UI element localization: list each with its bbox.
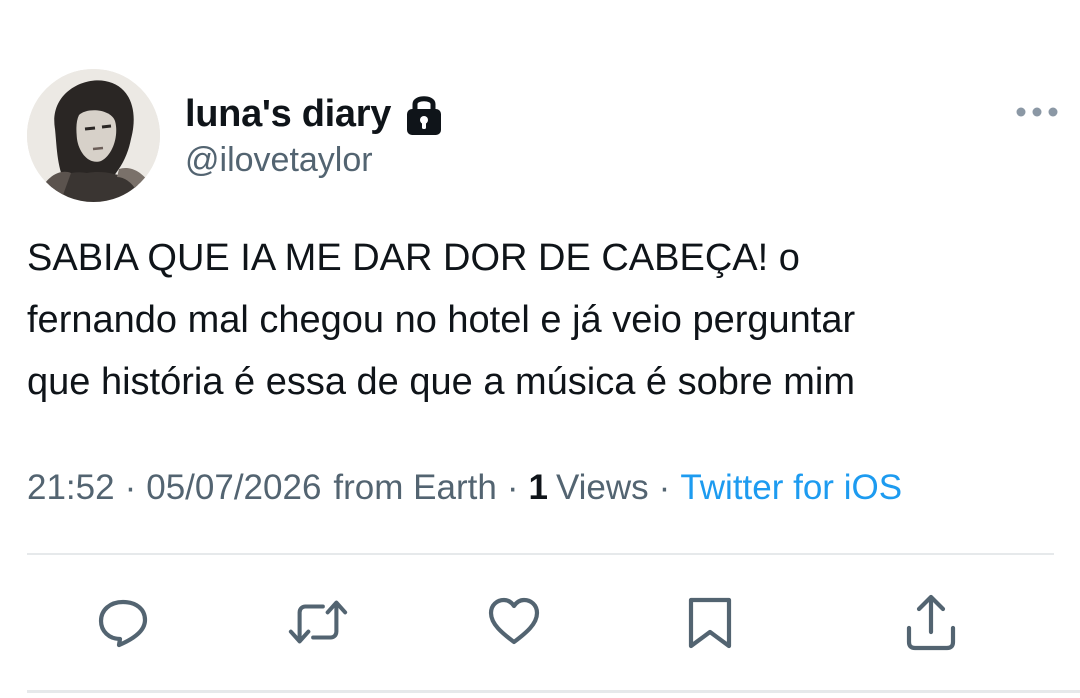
display-name[interactable]: luna's diary xyxy=(185,93,391,136)
bookmark-icon xyxy=(688,597,732,649)
reply-button[interactable] xyxy=(93,590,153,654)
share-button[interactable] xyxy=(901,590,961,654)
meta-separator: · xyxy=(658,468,671,507)
tweet-detail: luna's diary @ilovetaylor SABIA QUE IA M… xyxy=(0,0,1080,698)
share-icon xyxy=(906,594,956,651)
tweet-source-link[interactable]: Twitter for iOS xyxy=(680,468,902,508)
like-button[interactable] xyxy=(484,590,544,654)
bottom-divider xyxy=(27,690,1080,693)
bookmark-button[interactable] xyxy=(680,590,740,654)
author-name-row: luna's diary xyxy=(185,88,443,140)
profile-photo xyxy=(27,69,160,202)
avatar[interactable] xyxy=(27,69,160,202)
tweet-text: SABIA QUE IA ME DAR DOR DE CABEÇA! o fer… xyxy=(27,227,1037,413)
lock-icon xyxy=(405,92,443,136)
tweet-date[interactable]: 05/07/2026 xyxy=(146,468,321,508)
heart-icon xyxy=(488,597,540,645)
tweet-location: from Earth xyxy=(333,468,497,507)
tweet-time[interactable]: 21:52 xyxy=(27,468,115,508)
tweet-text-line: que história é essa de que a música é so… xyxy=(27,361,855,403)
tweet-text-line: fernando mal chegou no hotel e já veio p… xyxy=(27,299,856,341)
views-count: 1 xyxy=(528,468,548,507)
reply-icon xyxy=(98,599,148,648)
meta-separator: · xyxy=(124,468,137,507)
divider xyxy=(27,553,1054,555)
meta-separator: · xyxy=(506,468,519,507)
tweet-text-line: SABIA QUE IA ME DAR DOR DE CABEÇA! o xyxy=(27,237,800,279)
more-options-icon[interactable] xyxy=(1013,100,1061,124)
retweet-icon xyxy=(288,600,348,644)
tweet-actions xyxy=(0,590,1080,660)
author-handle[interactable]: @ilovetaylor xyxy=(185,141,373,180)
retweet-button[interactable] xyxy=(288,590,348,654)
tweet-metadata: 21:52 · 05/07/2026 from Earth · 1 Views … xyxy=(27,468,902,508)
views-label: Views xyxy=(555,468,649,507)
